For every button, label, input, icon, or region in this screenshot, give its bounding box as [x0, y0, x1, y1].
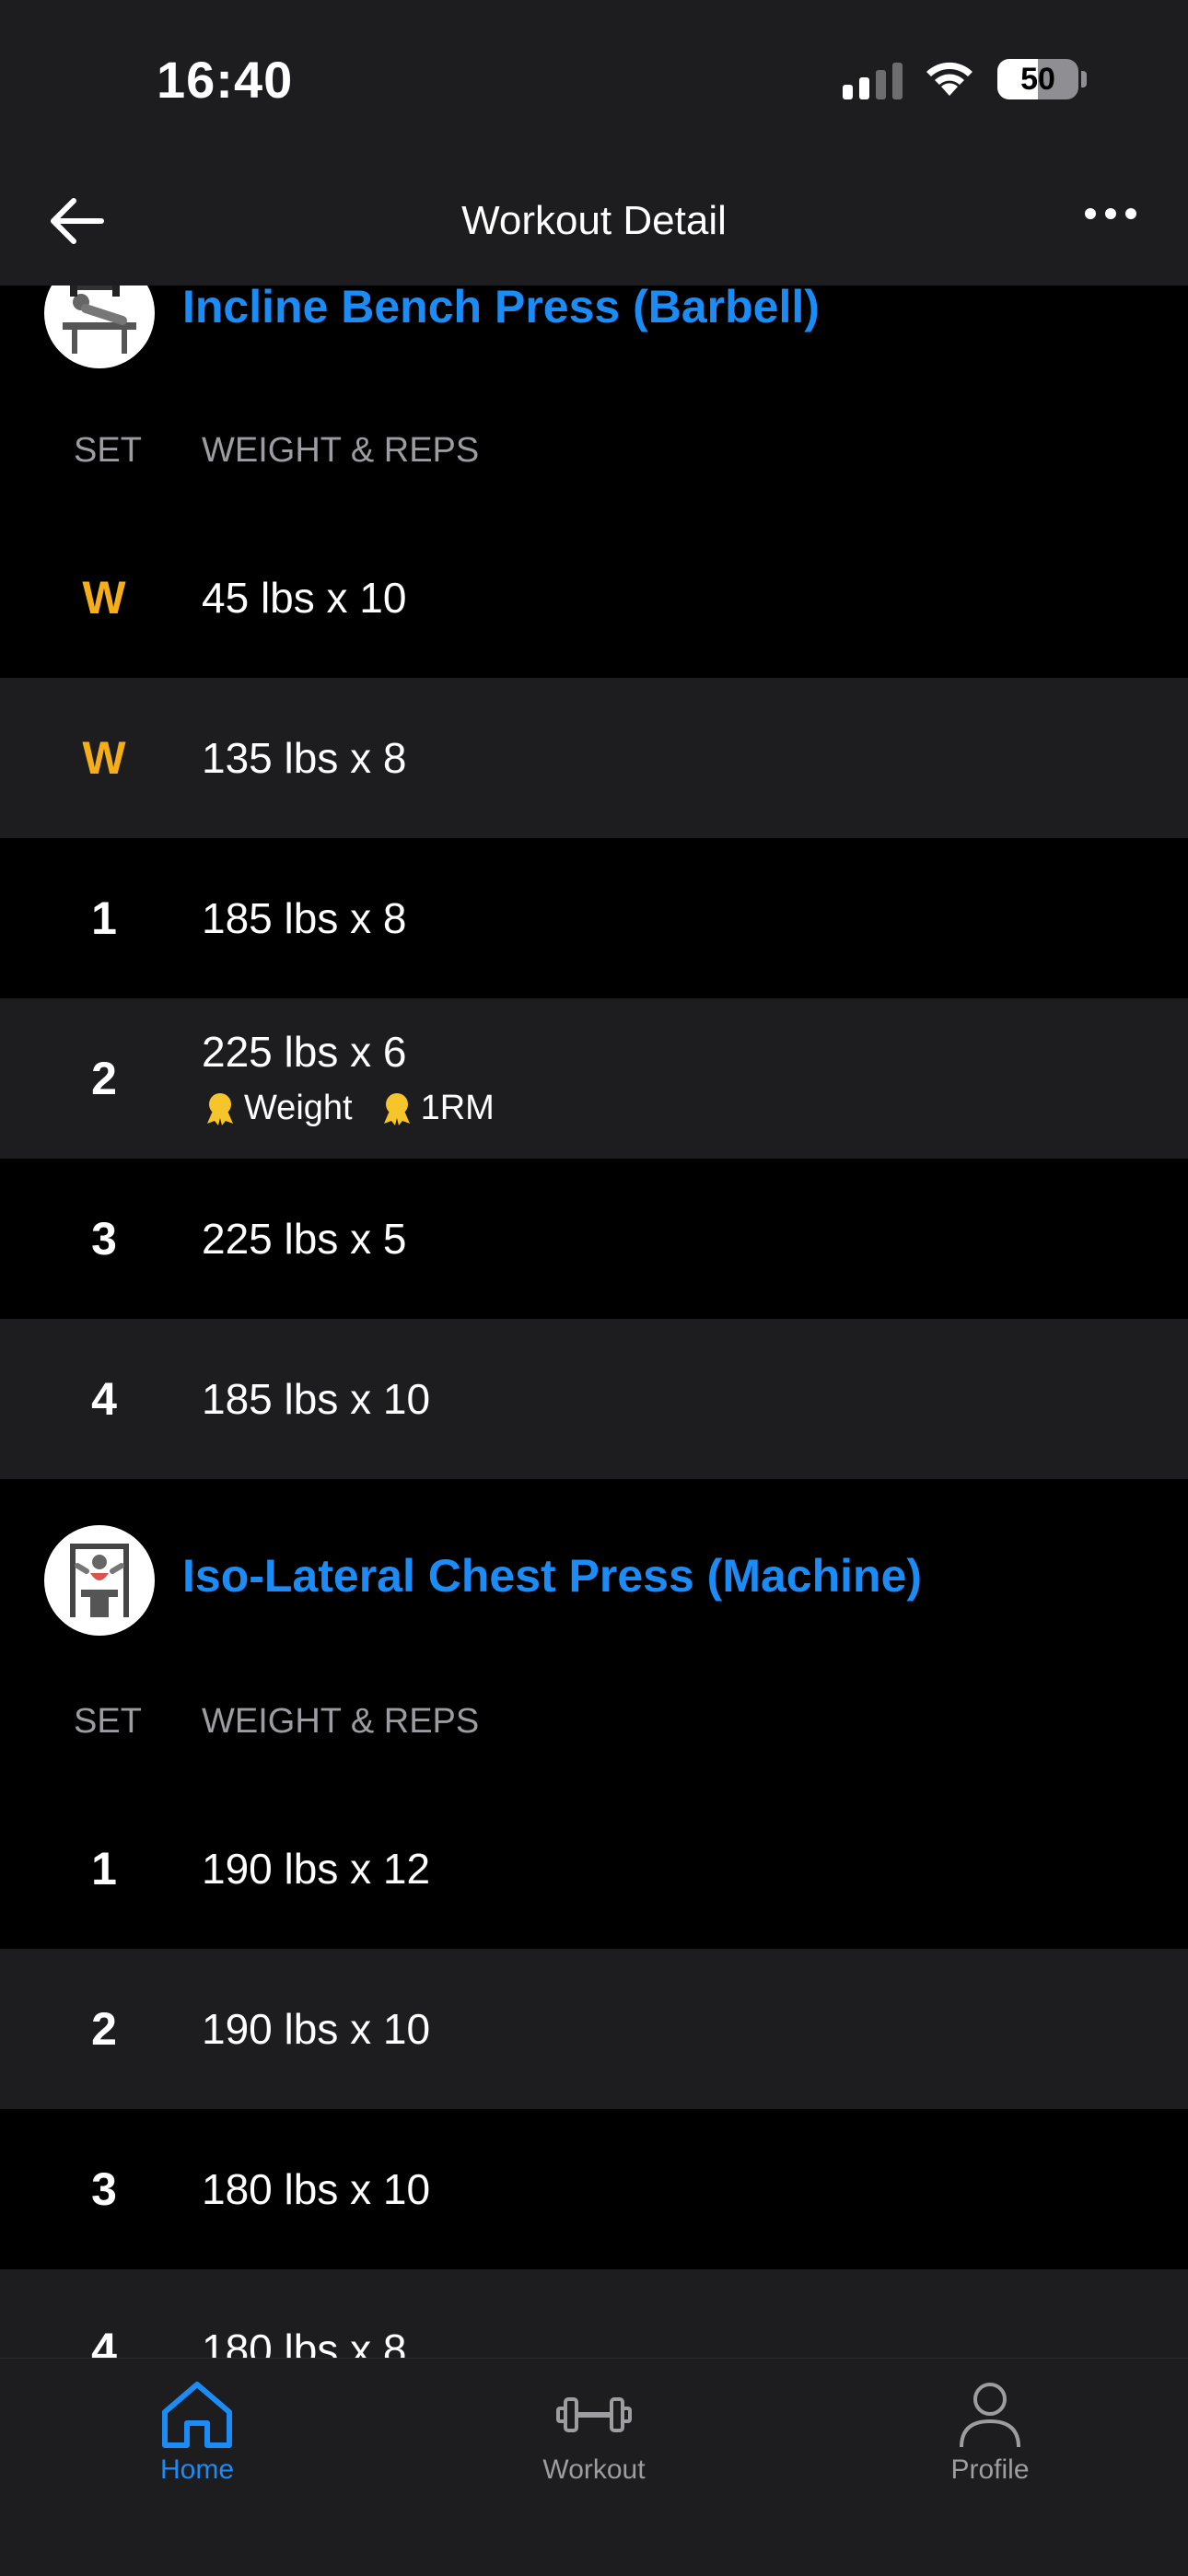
exercise-title[interactable]: Iso-Lateral Chest Press (Machine): [182, 1549, 922, 1603]
set-number: W: [82, 732, 126, 784]
set-number: 4: [91, 1373, 117, 1425]
exercise-thumbnail-chest-press[interactable]: [44, 1525, 155, 1636]
battery-level: 50: [1020, 61, 1055, 97]
set-number: 3: [91, 1213, 117, 1265]
exercise-title[interactable]: Incline Bench Press (Barbell): [182, 286, 820, 333]
pr-badge-weight: Weight: [202, 1089, 353, 1128]
page-title: Workout Detail: [461, 198, 727, 243]
set-row: W 135 lbs x 8: [0, 678, 1188, 838]
set-number: 2: [91, 1053, 117, 1104]
set-weight-reps: 225 lbs x 6: [202, 1028, 407, 1076]
set-weight-reps: 135 lbs x 8: [202, 734, 407, 782]
more-options-icon[interactable]: [1085, 208, 1136, 219]
profile-icon: [960, 2383, 1020, 2448]
weight-reps-column-header: WEIGHT & REPS: [202, 431, 480, 470]
tab-bar: Home Workout Profile: [0, 2358, 1188, 2576]
workout-detail-content[interactable]: Incline Bench Press (Barbell) SET WEIGHT…: [0, 286, 1188, 2358]
tab-home-label: Home: [159, 2454, 235, 2485]
set-row: 4 180 lbs x 8: [0, 2269, 1188, 2358]
column-headers: SET WEIGHT & REPS: [0, 431, 1188, 486]
pr-badge-1rm: 1RM: [379, 1089, 495, 1128]
back-arrow-icon[interactable]: [44, 193, 109, 249]
tab-profile-label: Profile: [950, 2454, 1030, 2485]
status-time: 16:40: [157, 51, 294, 109]
set-weight-reps: 45 lbs x 10: [202, 574, 407, 622]
medal-icon: [383, 1092, 410, 1125]
set-column-header: SET: [74, 431, 142, 470]
personal-record-badges: Weight 1RM: [202, 1089, 520, 1128]
battery-tip: [1081, 71, 1087, 87]
set-row: 1 190 lbs x 12: [0, 1789, 1188, 1949]
cellular-signal-icon: [843, 63, 903, 99]
set-row: 3 225 lbs x 5: [0, 1159, 1188, 1319]
tab-workout-label: Workout: [542, 2454, 646, 2485]
medal-icon: [207, 1092, 233, 1125]
set-row: 2 190 lbs x 10: [0, 1949, 1188, 2109]
set-number: 3: [91, 2163, 117, 2215]
set-weight-reps: 185 lbs x 8: [202, 894, 407, 942]
set-row: 3 180 lbs x 10: [0, 2109, 1188, 2269]
battery-icon: 50: [997, 59, 1078, 99]
set-number: 4: [91, 2324, 117, 2358]
set-number: W: [82, 572, 126, 624]
set-number: 1: [91, 892, 117, 944]
set-row: 1 185 lbs x 8: [0, 838, 1188, 998]
weight-reps-column-header: WEIGHT & REPS: [202, 1702, 480, 1741]
set-weight-reps: 185 lbs x 10: [202, 1375, 431, 1423]
dumbbell-icon: [556, 2397, 632, 2432]
set-row: 4 185 lbs x 10: [0, 1319, 1188, 1479]
navigation-bar: Workout Detail: [0, 157, 1188, 286]
set-number: 2: [91, 2003, 117, 2055]
set-weight-reps: 180 lbs x 8: [202, 2325, 407, 2358]
set-weight-reps: 180 lbs x 10: [202, 2165, 431, 2213]
set-number: 1: [91, 1843, 117, 1894]
set-row: W 45 lbs x 10: [0, 518, 1188, 678]
wifi-icon: [926, 62, 973, 96]
status-bar: 16:40 50: [0, 0, 1188, 157]
pr-badge-label: 1RM: [420, 1089, 495, 1127]
set-weight-reps: 190 lbs x 10: [202, 2005, 431, 2053]
exercise-thumbnail-incline-bench[interactable]: [44, 286, 155, 368]
set-weight-reps: 225 lbs x 5: [202, 1215, 407, 1263]
set-column-header: SET: [74, 1702, 142, 1741]
column-headers: SET WEIGHT & REPS: [0, 1702, 1188, 1757]
home-icon: [162, 2382, 232, 2448]
set-row: 2 225 lbs x 6 Weight 1RM: [0, 998, 1188, 1159]
pr-badge-label: Weight: [244, 1089, 353, 1127]
tab-workout[interactable]: Workout: [502, 2377, 686, 2486]
tab-profile[interactable]: Profile: [898, 2377, 1082, 2486]
tab-home[interactable]: Home: [105, 2377, 289, 2486]
set-weight-reps: 190 lbs x 12: [202, 1845, 431, 1893]
